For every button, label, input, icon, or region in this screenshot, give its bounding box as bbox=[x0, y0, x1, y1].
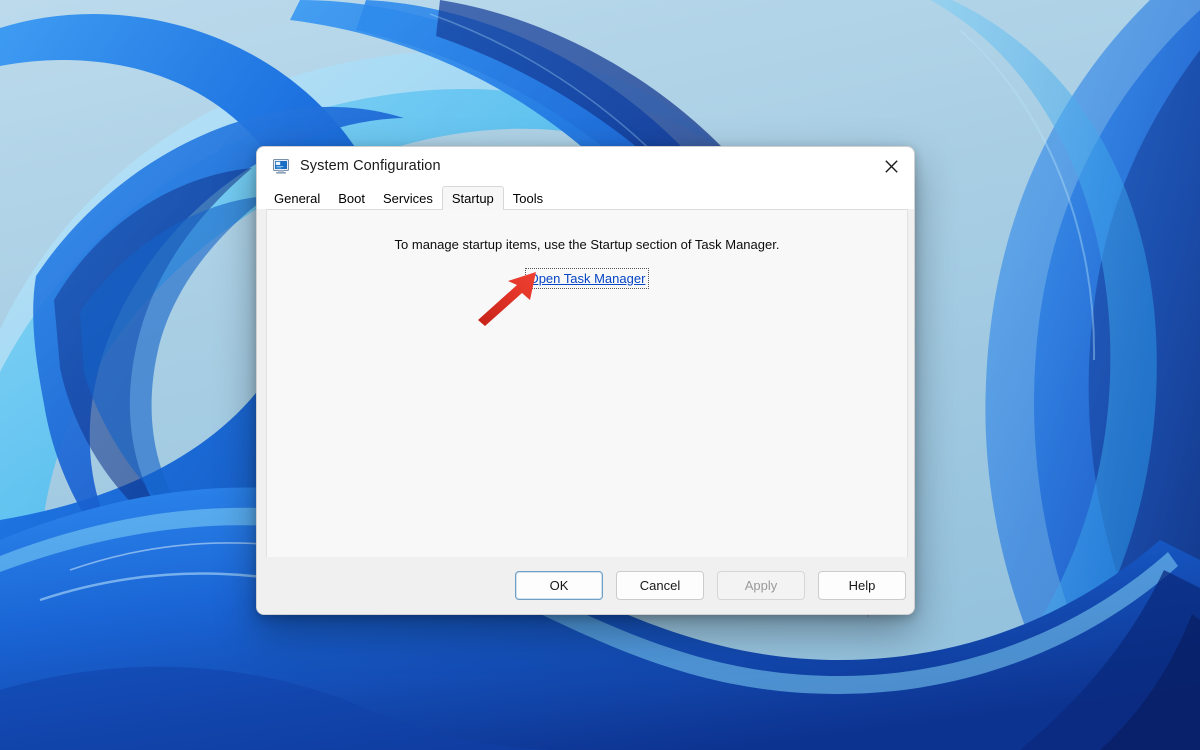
dialog-titlebar: System Configuration bbox=[257, 147, 914, 185]
tab-services[interactable]: Services bbox=[374, 188, 442, 209]
ok-button[interactable]: OK bbox=[515, 571, 603, 600]
dialog-button-bar: OK Cancel Apply Help bbox=[257, 557, 914, 614]
cancel-button[interactable]: Cancel bbox=[616, 571, 704, 600]
help-button[interactable]: Help bbox=[818, 571, 906, 600]
close-button[interactable] bbox=[868, 147, 914, 185]
system-configuration-icon bbox=[273, 158, 290, 175]
startup-tab-panel: To manage startup items, use the Startup… bbox=[266, 209, 908, 614]
system-configuration-dialog: System Configuration General Boot Servic… bbox=[256, 146, 915, 615]
tab-startup[interactable]: Startup bbox=[441, 186, 504, 210]
apply-button: Apply bbox=[717, 571, 805, 600]
tab-strip: General Boot Services Startup Tools bbox=[257, 185, 914, 210]
open-task-manager-link[interactable]: Open Task Manager bbox=[524, 268, 650, 289]
task-manager-link-container: Open Task Manager bbox=[267, 268, 907, 289]
tab-general[interactable]: General bbox=[265, 188, 330, 209]
tab-tools[interactable]: Tools bbox=[503, 188, 553, 209]
startup-instruction-text: To manage startup items, use the Startup… bbox=[394, 237, 780, 252]
tab-boot[interactable]: Boot bbox=[329, 188, 374, 209]
close-icon bbox=[884, 159, 898, 173]
dialog-title: System Configuration bbox=[300, 158, 441, 174]
